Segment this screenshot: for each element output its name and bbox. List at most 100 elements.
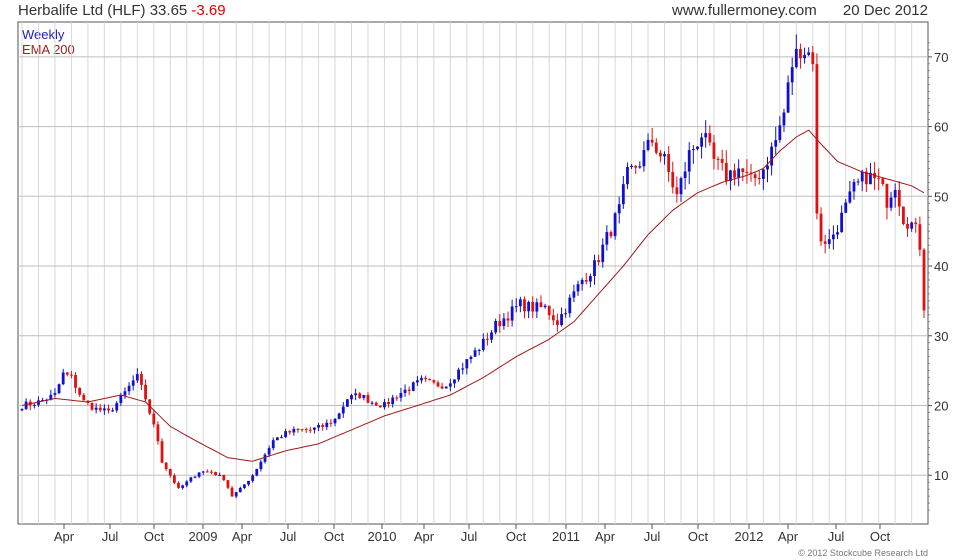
- candle-down: [329, 422, 333, 424]
- candle-down: [708, 133, 712, 143]
- candle-up: [626, 166, 629, 185]
- candle-up: [893, 189, 897, 198]
- candle-up: [794, 48, 798, 68]
- candle-down: [741, 168, 745, 172]
- x-tick-label: 2012: [735, 529, 764, 544]
- candle-down: [288, 431, 292, 433]
- y-tick-label: 30: [934, 329, 948, 344]
- candle-down: [506, 318, 510, 321]
- x-tick-label: Jul: [280, 529, 297, 544]
- candle-down: [152, 413, 156, 425]
- x-tick-label: Apr: [778, 529, 799, 544]
- candle-up: [457, 369, 460, 380]
- candle-up: [403, 389, 407, 394]
- candle-up: [444, 386, 448, 389]
- candle-up: [135, 374, 139, 381]
- candle-down: [659, 152, 662, 157]
- candle-down: [531, 301, 535, 312]
- x-tick-label: Jul: [644, 529, 661, 544]
- candle-up: [593, 260, 596, 277]
- candle-up: [807, 52, 811, 55]
- x-tick-label: 2011: [552, 529, 580, 544]
- candle-up: [514, 306, 518, 308]
- candle-up: [341, 406, 345, 414]
- candle-up: [502, 318, 506, 327]
- candle-down: [885, 184, 889, 208]
- candle-up: [185, 481, 189, 486]
- candle-up: [251, 475, 255, 481]
- candle-down: [918, 224, 922, 250]
- x-tick-label: 2009: [189, 529, 218, 544]
- candle-up: [333, 418, 337, 424]
- candle-down: [98, 407, 102, 411]
- candle-up: [790, 67, 794, 83]
- candle-up: [234, 492, 238, 497]
- candle-up: [494, 320, 498, 333]
- candle-down: [667, 154, 671, 172]
- candle-up: [683, 171, 687, 179]
- candle-up: [782, 112, 786, 126]
- candle-up: [560, 314, 563, 326]
- candle-up: [115, 403, 119, 411]
- candle-up: [535, 302, 539, 312]
- candle-up: [786, 82, 790, 113]
- candle-up: [127, 385, 131, 392]
- candle-up: [275, 437, 279, 441]
- candle-down: [811, 52, 815, 65]
- candle-up: [280, 437, 283, 439]
- candle-down: [498, 320, 502, 327]
- candle-up: [448, 383, 452, 387]
- candle-down: [140, 374, 143, 385]
- candle-up: [313, 427, 316, 430]
- candle-up: [477, 349, 481, 351]
- candle-up: [836, 232, 839, 235]
- candle-up: [391, 397, 395, 404]
- candle-up: [243, 484, 246, 488]
- y-tick-label: 20: [934, 398, 948, 413]
- candle-up: [679, 178, 683, 195]
- candle-down: [720, 159, 724, 163]
- candle-up: [469, 356, 473, 360]
- candle-up: [518, 299, 522, 307]
- candle-down: [107, 408, 110, 411]
- candle-down: [881, 178, 885, 185]
- candle-up: [271, 440, 275, 449]
- candle-up: [370, 402, 374, 404]
- candle-down: [523, 299, 526, 312]
- candle-up: [889, 197, 893, 208]
- candle-up: [259, 461, 263, 470]
- candle-down: [440, 386, 444, 389]
- y-tick-label: 40: [934, 259, 948, 274]
- candle-up: [852, 182, 856, 192]
- x-tick-label: Oct: [324, 529, 345, 544]
- candle-up: [461, 368, 465, 370]
- candle-down: [321, 424, 325, 428]
- candle-up: [181, 485, 185, 488]
- candle-up: [189, 477, 193, 482]
- candle-up: [572, 291, 576, 298]
- candle-down: [897, 189, 901, 207]
- candle-down: [214, 471, 217, 476]
- candle-down: [634, 165, 638, 168]
- candle-up: [860, 171, 864, 182]
- candle-up: [57, 384, 61, 394]
- candle-up: [102, 408, 106, 411]
- candle-down: [486, 338, 489, 340]
- candle-up: [696, 146, 699, 150]
- candle-up: [325, 422, 329, 428]
- candle-down: [90, 402, 94, 410]
- candle-down: [584, 279, 588, 282]
- candle-down: [168, 468, 172, 476]
- candle-down: [597, 260, 601, 263]
- candle-up: [737, 168, 741, 178]
- candle-down: [712, 142, 716, 159]
- candle-up: [605, 232, 609, 245]
- candle-up: [61, 372, 65, 385]
- candle-down: [65, 372, 69, 375]
- candle-up: [94, 407, 98, 410]
- candle-down: [551, 315, 555, 321]
- candle-down: [296, 428, 300, 430]
- x-tick-label: Jul: [828, 529, 845, 544]
- candle-down: [70, 374, 73, 376]
- candle-up: [131, 380, 135, 386]
